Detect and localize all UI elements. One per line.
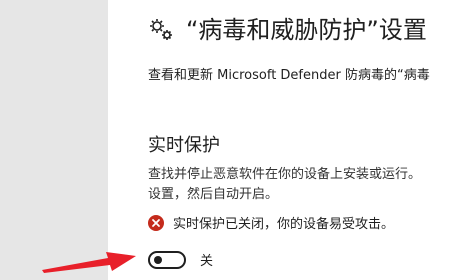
status-text: 实时保护已关闭，你的设备易受攻击。 <box>173 217 395 232</box>
red-arrow-annotation <box>42 252 136 273</box>
error-circle-icon <box>148 214 164 231</box>
description-line-2: 设置，然后自动开启。 <box>148 187 279 202</box>
settings-content: “病毒和威胁防护”设置 查看和更新 Microsoft Defender 防病毒… <box>108 0 457 280</box>
page-description: 查看和更新 Microsoft Defender 防病毒的“病毒 <box>148 68 430 83</box>
realtime-protection-description: 查找并停止恶意软件在你的设备上安装或运行。 设置，然后自动开启。 <box>148 165 457 205</box>
realtime-protection-toggle[interactable] <box>148 250 186 269</box>
description-line-1: 查找并停止恶意软件在你的设备上安装或运行。 <box>148 167 422 182</box>
page-header: “病毒和威胁防护”设置 <box>146 10 427 50</box>
toggle-state-label: 关 <box>200 254 214 269</box>
realtime-protection-title: 实时保护 <box>148 135 220 156</box>
navigation-rail <box>0 0 108 280</box>
gears-icon <box>150 19 172 40</box>
defender-settings-window: “病毒和威胁防护”设置 查看和更新 Microsoft Defender 防病毒… <box>0 0 457 280</box>
toggle-knob <box>154 255 162 264</box>
protection-status: 实时保护已关闭，你的设备易受攻击。 <box>148 213 394 232</box>
realtime-protection-toggle-row[interactable]: 关 <box>148 250 213 269</box>
page-title: “病毒和威胁防护”设置 <box>186 16 427 44</box>
